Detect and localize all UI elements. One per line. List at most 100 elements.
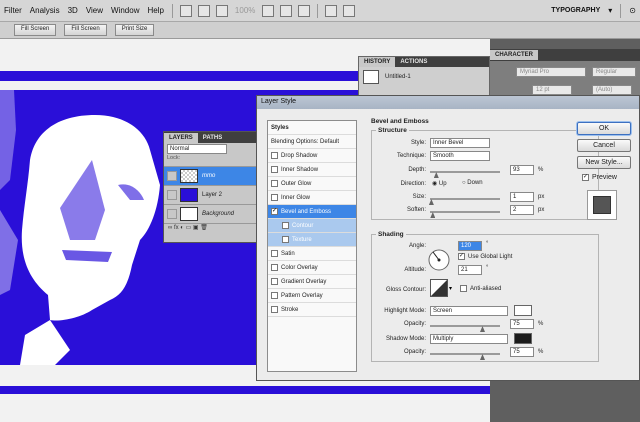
menu-help[interactable]: Help [143,6,167,15]
fill-screen-button[interactable]: Fill Screen [14,24,57,36]
style-outer-glow[interactable]: Outer Glow [268,177,356,191]
altitude-input[interactable]: 21 [458,265,482,275]
ok-button[interactable]: OK [577,122,631,135]
bridge-icon[interactable] [179,4,192,17]
leading-field[interactable]: (Auto) [592,85,632,95]
checkbox[interactable] [271,166,278,173]
screen-mode-icon[interactable] [343,4,356,17]
rotate-view-icon[interactable] [280,4,293,17]
menu-3d[interactable]: 3D [64,6,82,15]
highlight-mode-select[interactable]: Screen [430,306,508,316]
shadow-mode-select[interactable]: Multiply [430,334,508,344]
menu-filter[interactable]: Filter [0,6,26,15]
view-extras-icon[interactable] [215,4,228,17]
menu-analysis[interactable]: Analysis [26,6,64,15]
style-gradient-overlay[interactable]: Gradient Overlay [268,275,356,289]
shadow-opacity-slider[interactable] [430,353,500,355]
minibridge-icon[interactable] [197,4,210,17]
eye-icon[interactable] [167,190,177,200]
style-satin[interactable]: Satin [268,247,356,261]
font-style-field[interactable]: Regular [592,67,636,77]
size-slider[interactable] [430,198,500,200]
checkbox[interactable] [271,292,278,299]
layer-row[interactable]: Layer 2 [164,185,257,204]
style-texture[interactable]: Texture [268,233,356,247]
fill-screen-button-2[interactable]: Fill Screen [64,24,107,36]
tab-character[interactable]: CHARACTER [490,50,538,60]
global-light-checkbox[interactable]: ✓ Use Global Light [458,253,512,260]
dialog-title: Layer Style [257,96,639,109]
bevel-style-select[interactable]: Inner Bevel [430,138,490,148]
history-snapshot[interactable]: Untitled-1 [359,67,489,87]
style-color-overlay[interactable]: Color Overlay [268,261,356,275]
style-bevel-emboss[interactable]: ✓ Bevel and Emboss [268,205,356,219]
checkbox-checked[interactable]: ✓ [458,253,465,260]
styles-item[interactable]: Styles [268,121,356,135]
anti-aliased-checkbox[interactable]: Anti-aliased [460,285,501,292]
layer-row[interactable]: mmo [164,166,257,185]
style-label: Contour [292,222,314,229]
style-drop-shadow[interactable]: Drop Shadow [268,149,356,163]
chevron-down-icon[interactable]: ▾ [604,6,616,15]
menu-view[interactable]: View [82,6,107,15]
structure-title: Structure [376,127,409,134]
style-pattern-overlay[interactable]: Pattern Overlay [268,289,356,303]
checkbox-checked[interactable]: ✓ [271,208,278,215]
hand-tool-icon[interactable] [262,4,275,17]
layers-footer-icons[interactable]: ∞ fx ◐ ▭ ▣ 🗑 [164,223,257,233]
style-contour[interactable]: Contour [268,219,356,233]
preview-checkbox[interactable]: ✓ Preview [582,174,617,181]
style-label: Outer Glow [281,180,312,187]
shadow-opacity-input[interactable]: 75 [510,347,534,357]
shadow-color-swatch[interactable] [514,333,532,344]
blend-mode-select[interactable]: Normal [167,144,227,154]
layer-row[interactable]: Background [164,204,257,223]
direction-up-radio[interactable]: ◉ Up [432,180,447,188]
checkbox[interactable] [271,180,278,187]
checkbox[interactable] [271,250,278,257]
font-size-field[interactable]: 12 pt [532,85,572,95]
cs-live-icon[interactable]: ⊙ [625,6,640,15]
checkbox[interactable] [271,194,278,201]
arrange-documents-icon[interactable] [325,4,338,17]
print-size-button[interactable]: Print Size [114,24,155,36]
style-stroke[interactable]: Stroke [268,303,356,317]
highlight-color-swatch[interactable] [514,305,532,316]
style-inner-shadow[interactable]: Inner Shadow [268,163,356,177]
gloss-contour-picker[interactable]: ▾ [430,279,454,297]
checkbox[interactable] [460,285,467,292]
checkbox-checked[interactable]: ✓ [582,174,589,181]
tab-history[interactable]: HISTORY [359,57,396,67]
angle-input[interactable]: 120 [458,241,482,251]
style-inner-glow[interactable]: Inner Glow [268,191,356,205]
size-input[interactable]: 1 [510,192,534,202]
technique-select[interactable]: Smooth [430,151,490,161]
direction-down-radio[interactable]: ○ Down [462,180,483,186]
depth-slider[interactable] [430,171,500,173]
checkbox[interactable] [271,278,278,285]
tab-actions[interactable]: ACTIONS [395,57,432,67]
angle-dial-icon[interactable] [428,249,450,271]
soften-slider[interactable] [430,211,500,213]
tab-layers[interactable]: LAYERS [164,132,198,143]
checkbox[interactable] [282,222,289,229]
zoom-level[interactable]: 100% [231,6,259,15]
soften-input[interactable]: 2 [510,205,534,215]
font-family-field[interactable]: Myriad Pro [516,67,586,77]
eye-icon[interactable] [167,209,177,219]
blending-options-item[interactable]: Blending Options: Default [268,135,356,149]
workspace-switcher[interactable]: TYPOGRAPHY [547,7,604,14]
cancel-button[interactable]: Cancel [577,139,631,152]
highlight-opacity-slider[interactable] [430,325,500,327]
eye-icon[interactable] [167,171,177,181]
tab-paths[interactable]: PATHS [198,133,227,143]
depth-input[interactable]: 93 [510,165,534,175]
new-style-button[interactable]: New Style... [577,156,631,169]
menu-window[interactable]: Window [107,6,143,15]
checkbox[interactable] [271,306,278,313]
checkbox[interactable] [271,152,278,159]
checkbox[interactable] [271,264,278,271]
zoom-tool-icon[interactable] [298,4,311,17]
checkbox[interactable] [282,236,289,243]
highlight-opacity-input[interactable]: 75 [510,319,534,329]
